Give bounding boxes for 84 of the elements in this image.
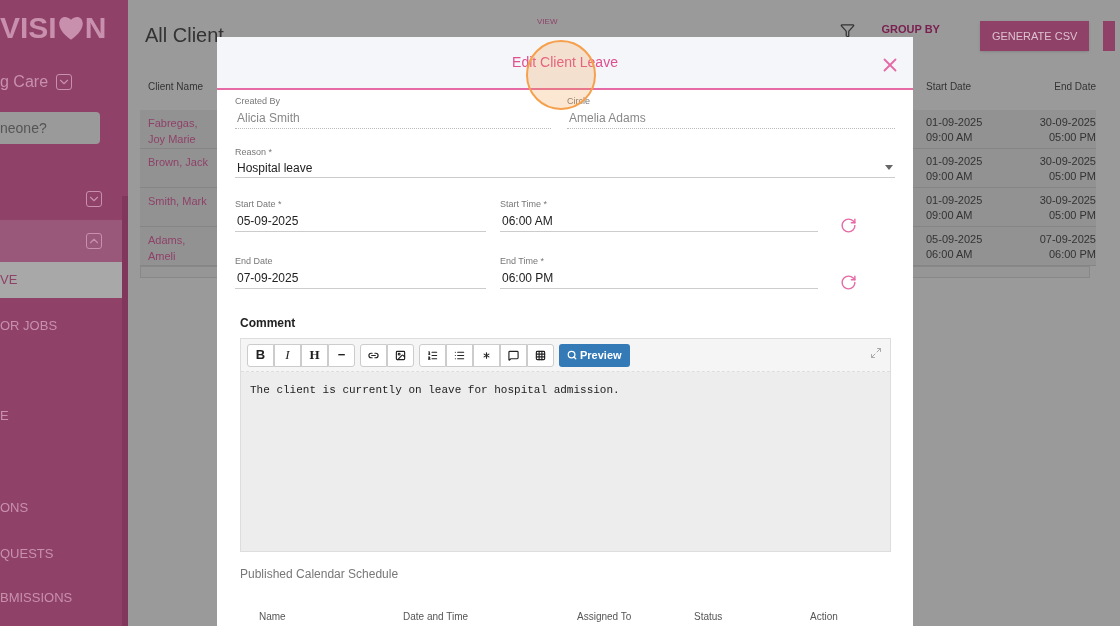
asterisk-icon — [481, 349, 492, 361]
organization-name[interactable]: g Care — [0, 70, 49, 94]
client-name-link[interactable]: Fabregas, Joy Marie — [140, 115, 210, 147]
toolbar-button[interactable]: − — [328, 343, 355, 367]
sidebar-item[interactable]: ONS — [0, 490, 122, 526]
toolbar-button[interactable] — [419, 343, 446, 367]
table-cell-text: 05-09-2025 — [926, 232, 984, 247]
column-header: Assigned To — [577, 610, 633, 624]
input-field[interactable]: 06:00 AM — [500, 210, 818, 232]
table-cell-text: 09:00 AM — [926, 208, 974, 223]
chevron-down-icon[interactable] — [86, 191, 102, 207]
table-cell-text: 09:00 AM — [926, 130, 974, 145]
table-cell-text: 09:00 AM — [926, 169, 974, 184]
input-field[interactable]: 05-09-2025 — [235, 210, 486, 232]
caret-icon — [885, 165, 893, 170]
table-cell-text: 06:00 AM — [926, 247, 974, 262]
column-header: Start Date — [926, 79, 973, 94]
toolbar-button[interactable]: I — [274, 343, 301, 367]
table-cell-text: 01-09-2025 — [926, 115, 984, 130]
logo-text: VISI — [0, 13, 57, 43]
logo-text: N — [84, 13, 107, 43]
column-header: Client Name — [147, 79, 205, 94]
view-label: VIEW — [537, 16, 558, 28]
field-label: Start Time * — [500, 199, 548, 210]
filter-icon[interactable] — [840, 23, 856, 38]
table-cell: 05:00 PM — [1048, 130, 1096, 145]
column-header: Status — [694, 610, 724, 624]
speech-bubble-icon — [508, 349, 519, 361]
input-field[interactable]: 07-09-2025 — [235, 267, 486, 289]
toolbar-button[interactable]: H — [301, 343, 328, 367]
table-cell: 30-09-2025 — [1039, 193, 1096, 208]
table-cell: 30-09-2025 — [1039, 115, 1096, 130]
field-label: Reason * — [235, 147, 274, 158]
sidebar-item[interactable]: BMISSIONS — [0, 580, 122, 616]
image-icon — [395, 349, 406, 361]
table-cell: 05:00 PM — [1048, 169, 1096, 184]
toolbar-button[interactable] — [360, 343, 387, 367]
input-field[interactable]: Alicia Smith — [235, 107, 551, 129]
preview-button[interactable]: Preview — [559, 343, 630, 367]
numbered-list-icon — [427, 349, 438, 361]
field-label: Start Date * — [235, 199, 283, 210]
client-name-link[interactable]: Adams, Ameli — [140, 232, 210, 264]
reset-icon[interactable] — [840, 217, 857, 234]
table-cell: 07-09-2025 — [1039, 232, 1096, 247]
input-field[interactable]: Amelia Adams — [567, 107, 895, 129]
table-cell-text: 01-09-2025 — [926, 154, 984, 169]
input-field[interactable]: 06:00 PM — [500, 267, 818, 289]
column-header: Action — [810, 610, 838, 624]
toolbar-button[interactable] — [527, 343, 554, 367]
comment-label: Comment — [240, 315, 297, 332]
field-label: End Time * — [500, 256, 546, 267]
chevron-down-icon[interactable] — [56, 74, 73, 90]
toolbar-button[interactable] — [500, 343, 527, 367]
client-name-link[interactable]: Smith, Mark — [140, 193, 210, 209]
generate-csv-button[interactable]: GENERATE CSV — [979, 21, 1090, 51]
reason-select[interactable]: Hospital leave — [235, 158, 895, 178]
search-icon — [567, 350, 577, 360]
sidebar-item[interactable]: E — [0, 398, 122, 434]
table-cell: 06:00 PM — [1048, 247, 1096, 262]
comment-text[interactable]: The client is currently on leave for hospital admission. — [241, 372, 890, 551]
column-header: Date and Time — [403, 610, 470, 624]
section-title: Published Calendar Schedule — [240, 566, 400, 583]
search-field[interactable]: neone? — [0, 112, 100, 144]
table-cell: 05:00 PM — [1048, 208, 1096, 223]
reset-icon[interactable] — [840, 274, 857, 291]
group-by-link[interactable]: GROUP BY — [881, 23, 940, 35]
toolbar-button[interactable] — [446, 343, 473, 367]
sidebar-item[interactable]: VE — [0, 262, 122, 298]
chevron-up-icon[interactable] — [86, 233, 102, 249]
column-header: Name — [259, 610, 287, 624]
heart-icon — [56, 15, 85, 41]
toolbar-button[interactable]: B — [247, 343, 274, 367]
toolbar-button[interactable] — [387, 343, 414, 367]
field-label: End Date — [235, 256, 274, 267]
sidebar-item[interactable]: OR JOBS — [0, 308, 122, 344]
grid-icon — [535, 349, 546, 361]
fullscreen-icon[interactable] — [870, 347, 882, 359]
table-cell: 30-09-2025 — [1039, 154, 1096, 169]
sidebar-item[interactable]: QUESTS — [0, 536, 122, 572]
table-cell-text: 01-09-2025 — [926, 193, 984, 208]
client-name-link[interactable]: Brown, Jack — [140, 154, 210, 170]
column-header: End Date — [1053, 79, 1096, 94]
bullet-list-icon — [454, 349, 465, 361]
field-label: Created By — [235, 96, 282, 107]
